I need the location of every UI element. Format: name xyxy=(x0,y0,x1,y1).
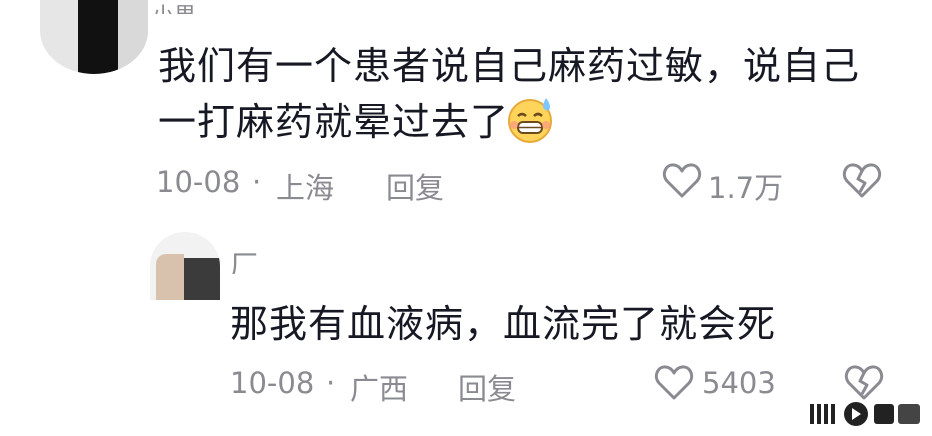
reply-dislike-button[interactable] xyxy=(844,364,884,402)
comment-text-line1: 我们有一个患者说自己麻药过敏，说自己 xyxy=(158,44,861,88)
reply-text: 那我有血液病，血流完了就会死 xyxy=(230,302,777,346)
meta-separator: · xyxy=(252,165,262,199)
reply-like-count: 5403 xyxy=(702,366,776,400)
author-name[interactable]: 小果 xyxy=(152,0,196,14)
reply-date: 10-08 xyxy=(230,366,315,400)
heart-icon xyxy=(654,365,694,400)
dislike-button[interactable] xyxy=(842,162,882,200)
broken-heart-icon xyxy=(844,365,884,400)
reply-like-button[interactable] xyxy=(654,364,694,402)
reply-location: 广西 xyxy=(350,372,409,406)
broken-heart-icon xyxy=(842,163,882,198)
meta-separator: · xyxy=(326,366,336,400)
author-avatar[interactable] xyxy=(40,0,148,74)
reply-button[interactable]: 回复 xyxy=(386,165,444,207)
comment-text-line2: 一打麻药就晕过去了 xyxy=(158,100,510,144)
reply-author-avatar[interactable] xyxy=(150,232,220,300)
like-count: 1.7万 xyxy=(708,171,784,205)
comment-date: 10-08 xyxy=(156,165,241,199)
reply-author-name[interactable]: 厂 xyxy=(230,244,258,274)
grinning-sweat-emoji-icon xyxy=(506,96,556,144)
reply-reply-button[interactable]: 回复 xyxy=(458,366,516,408)
like-button[interactable] xyxy=(662,162,702,200)
heart-icon xyxy=(662,163,702,198)
douyin-logo-icon xyxy=(808,398,924,430)
comment-location: 上海 xyxy=(276,171,335,205)
